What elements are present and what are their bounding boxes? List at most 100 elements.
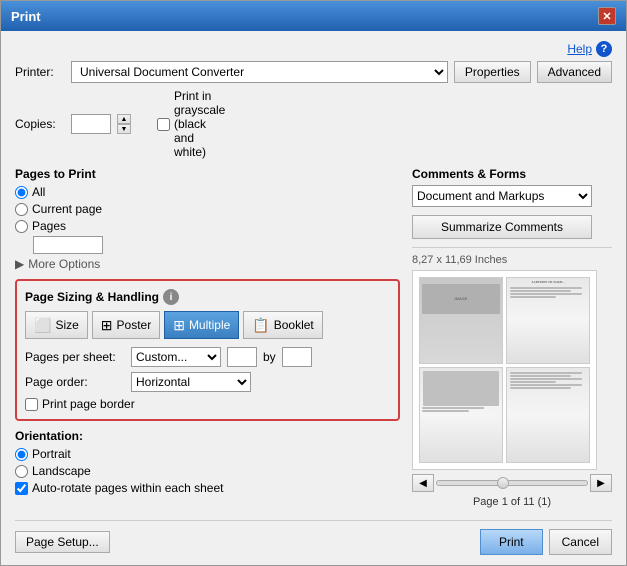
orientation-section: Orientation: Portrait Landscape Auto-rot… — [15, 429, 400, 495]
slider-thumb — [497, 477, 509, 489]
page-order-row: Page order: Horizontal — [25, 372, 390, 392]
page-order-select[interactable]: Horizontal — [131, 372, 251, 392]
booklet-tab-icon: 📋 — [252, 317, 269, 334]
bottom-row: Page Setup... Print Cancel — [15, 520, 612, 555]
pages-all-radio[interactable] — [15, 186, 28, 199]
poster-tab-icon: ⊞ — [101, 317, 113, 334]
preview-page-4-inner — [507, 368, 589, 462]
copies-up[interactable]: ▲ — [117, 114, 131, 124]
page-sizing-info-icon[interactable]: i — [163, 289, 179, 305]
pages-range-label: Pages — [15, 219, 400, 233]
pages-x-input[interactable]: 2 — [227, 347, 257, 367]
page-sizing-tabs: ⬜ Size ⊞ Poster ⊞ Multiple 📋 — [25, 311, 390, 339]
grayscale-checkbox[interactable] — [157, 118, 170, 131]
copies-row: Copies: 1 ▲ ▼ Print in grayscale (black … — [15, 89, 612, 159]
preview-line — [510, 290, 571, 292]
preview-page-2: A HISTORY OF CHAR... — [506, 277, 590, 364]
print-border-row: Print page border — [25, 397, 390, 411]
summarize-button[interactable]: Summarize Comments — [412, 215, 592, 239]
preview-dimensions: 8,27 x 11,69 Inches — [412, 254, 612, 266]
printer-select[interactable]: Universal Document Converter — [71, 61, 448, 83]
page-slider[interactable] — [436, 480, 588, 486]
more-options-arrow: ▶ — [15, 257, 24, 271]
preview-line — [510, 378, 582, 380]
pages-current-row: Current page — [15, 202, 400, 216]
preview-line — [510, 384, 582, 386]
orientation-title: Orientation: — [15, 429, 400, 443]
preview-line — [510, 287, 582, 289]
portrait-row: Portrait — [15, 447, 400, 461]
size-tab-icon: ⬜ — [34, 317, 51, 334]
printer-label: Printer: — [15, 65, 65, 79]
cancel-button[interactable]: Cancel — [549, 529, 612, 555]
page-sizing-title: Page Sizing & Handling i — [25, 289, 390, 305]
main-columns: Pages to Print All Current page — [15, 167, 612, 508]
pages-per-sheet-row: Pages per sheet: Custom... 2 by 2 — [25, 347, 390, 367]
copies-spinner: ▲ ▼ — [117, 114, 131, 134]
dialog-body: Help ? Printer: Universal Document Conve… — [1, 31, 626, 565]
pages-per-sheet-select[interactable]: Custom... — [131, 347, 221, 367]
left-column: Pages to Print All Current page — [15, 167, 400, 508]
landscape-row: Landscape — [15, 464, 400, 478]
help-link[interactable]: Help — [567, 42, 592, 56]
nav-row: ◀ ▶ — [412, 474, 612, 492]
comments-section: Comments & Forms Document and Markups Su… — [412, 167, 612, 239]
comments-select[interactable]: Document and Markups — [412, 185, 592, 207]
preview-line — [510, 381, 556, 383]
print-button[interactable]: Print — [480, 529, 543, 555]
preview-line — [510, 387, 571, 389]
pages-y-input[interactable]: 2 — [282, 347, 312, 367]
copies-label: Copies: — [15, 117, 65, 131]
preview-line — [510, 296, 556, 298]
print-border-checkbox[interactable] — [25, 398, 38, 411]
right-column: Comments & Forms Document and Markups Su… — [412, 167, 612, 508]
page-sizing-box: Page Sizing & Handling i ⬜ Size ⊞ Poster — [15, 279, 400, 421]
more-options-label: More Options — [28, 257, 100, 271]
properties-button[interactable]: Properties — [454, 61, 531, 83]
preview-line — [422, 407, 484, 409]
comments-title: Comments & Forms — [412, 167, 612, 181]
preview-page-1: IMAGE — [419, 277, 503, 364]
portrait-radio[interactable] — [15, 448, 28, 461]
grayscale-row: Print in grayscale (black and white) — [157, 89, 224, 159]
multiple-tab[interactable]: ⊞ Multiple — [164, 311, 239, 339]
preview-page-1-inner: IMAGE — [420, 278, 502, 363]
copies-input[interactable]: 1 — [71, 114, 111, 134]
pages-range-radio[interactable] — [15, 220, 28, 233]
printer-row: Printer: Universal Document Converter Pr… — [15, 61, 612, 83]
pages-all-label: All — [15, 185, 400, 199]
pages-range-input[interactable]: 1 - 42 — [33, 236, 103, 254]
pages-range-row: Pages — [15, 219, 400, 233]
pages-current-radio[interactable] — [15, 203, 28, 216]
poster-tab[interactable]: ⊞ Poster — [92, 311, 160, 339]
preview-pages-grid: IMAGE A HISTORY OF CHAR... — [413, 271, 596, 469]
title-bar-controls: ✕ — [598, 7, 616, 25]
preview-line — [422, 410, 469, 412]
advanced-button[interactable]: Advanced — [537, 61, 612, 83]
right-divider — [412, 247, 612, 248]
booklet-tab[interactable]: 📋 Booklet — [243, 311, 322, 339]
preview-line — [510, 293, 582, 295]
help-icon[interactable]: ? — [596, 41, 612, 57]
by-label: by — [263, 350, 276, 364]
more-options-row[interactable]: ▶ More Options — [15, 257, 400, 271]
copies-down[interactable]: ▼ — [117, 124, 131, 134]
pages-to-print-title: Pages to Print — [15, 167, 400, 181]
size-tab[interactable]: ⬜ Size — [25, 311, 88, 339]
print-dialog: Print ✕ Help ? Printer: Universal Docume… — [0, 0, 627, 566]
preview-page-3 — [419, 367, 503, 463]
print-border-label: Print page border — [42, 397, 135, 411]
preview-page-3-inner — [420, 368, 502, 462]
preview-line — [510, 372, 582, 374]
landscape-radio[interactable] — [15, 465, 28, 478]
pages-current-label: Current page — [15, 202, 400, 216]
prev-page-button[interactable]: ◀ — [412, 474, 434, 492]
close-button[interactable]: ✕ — [598, 7, 616, 25]
multiple-tab-icon: ⊞ — [173, 317, 185, 334]
next-page-button[interactable]: ▶ — [590, 474, 612, 492]
page-setup-button[interactable]: Page Setup... — [15, 531, 110, 553]
autorotate-checkbox[interactable] — [15, 482, 28, 495]
preview-page-2-inner: A HISTORY OF CHAR... — [507, 278, 589, 363]
help-row: Help ? — [15, 41, 612, 57]
preview-line — [510, 375, 571, 377]
